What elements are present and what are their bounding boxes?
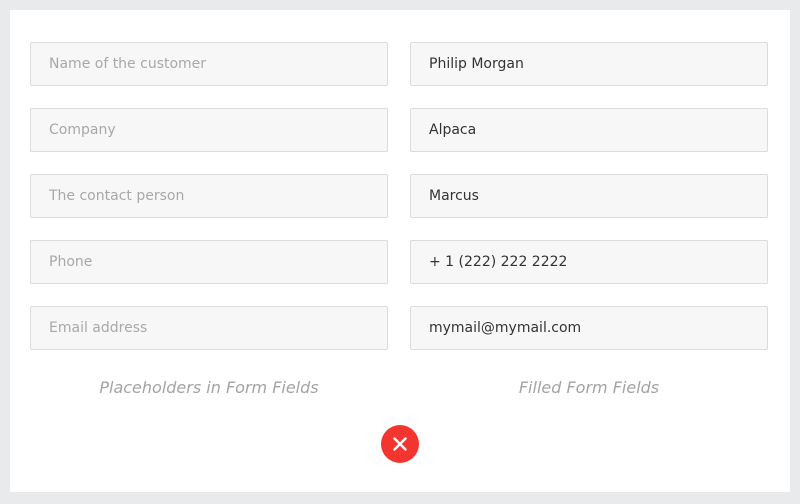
contact-person-placeholder-input[interactable] xyxy=(30,174,388,218)
phone-filled-input[interactable] xyxy=(410,240,768,284)
close-icon-glyph xyxy=(393,437,407,451)
close-icon xyxy=(381,425,419,463)
email-filled-input[interactable] xyxy=(410,306,768,350)
form-comparison-card: Placeholders in Form Fields Filled Form … xyxy=(10,10,790,492)
phone-placeholder-input[interactable] xyxy=(30,240,388,284)
company-placeholder-input[interactable] xyxy=(30,108,388,152)
customer-name-placeholder-input[interactable] xyxy=(30,42,388,86)
contact-person-filled-input[interactable] xyxy=(410,174,768,218)
customer-name-filled-input[interactable] xyxy=(410,42,768,86)
company-filled-input[interactable] xyxy=(410,108,768,152)
placeholders-caption: Placeholders in Form Fields xyxy=(99,378,319,397)
email-placeholder-input[interactable] xyxy=(30,306,388,350)
filled-fields-caption: Filled Form Fields xyxy=(518,378,660,397)
